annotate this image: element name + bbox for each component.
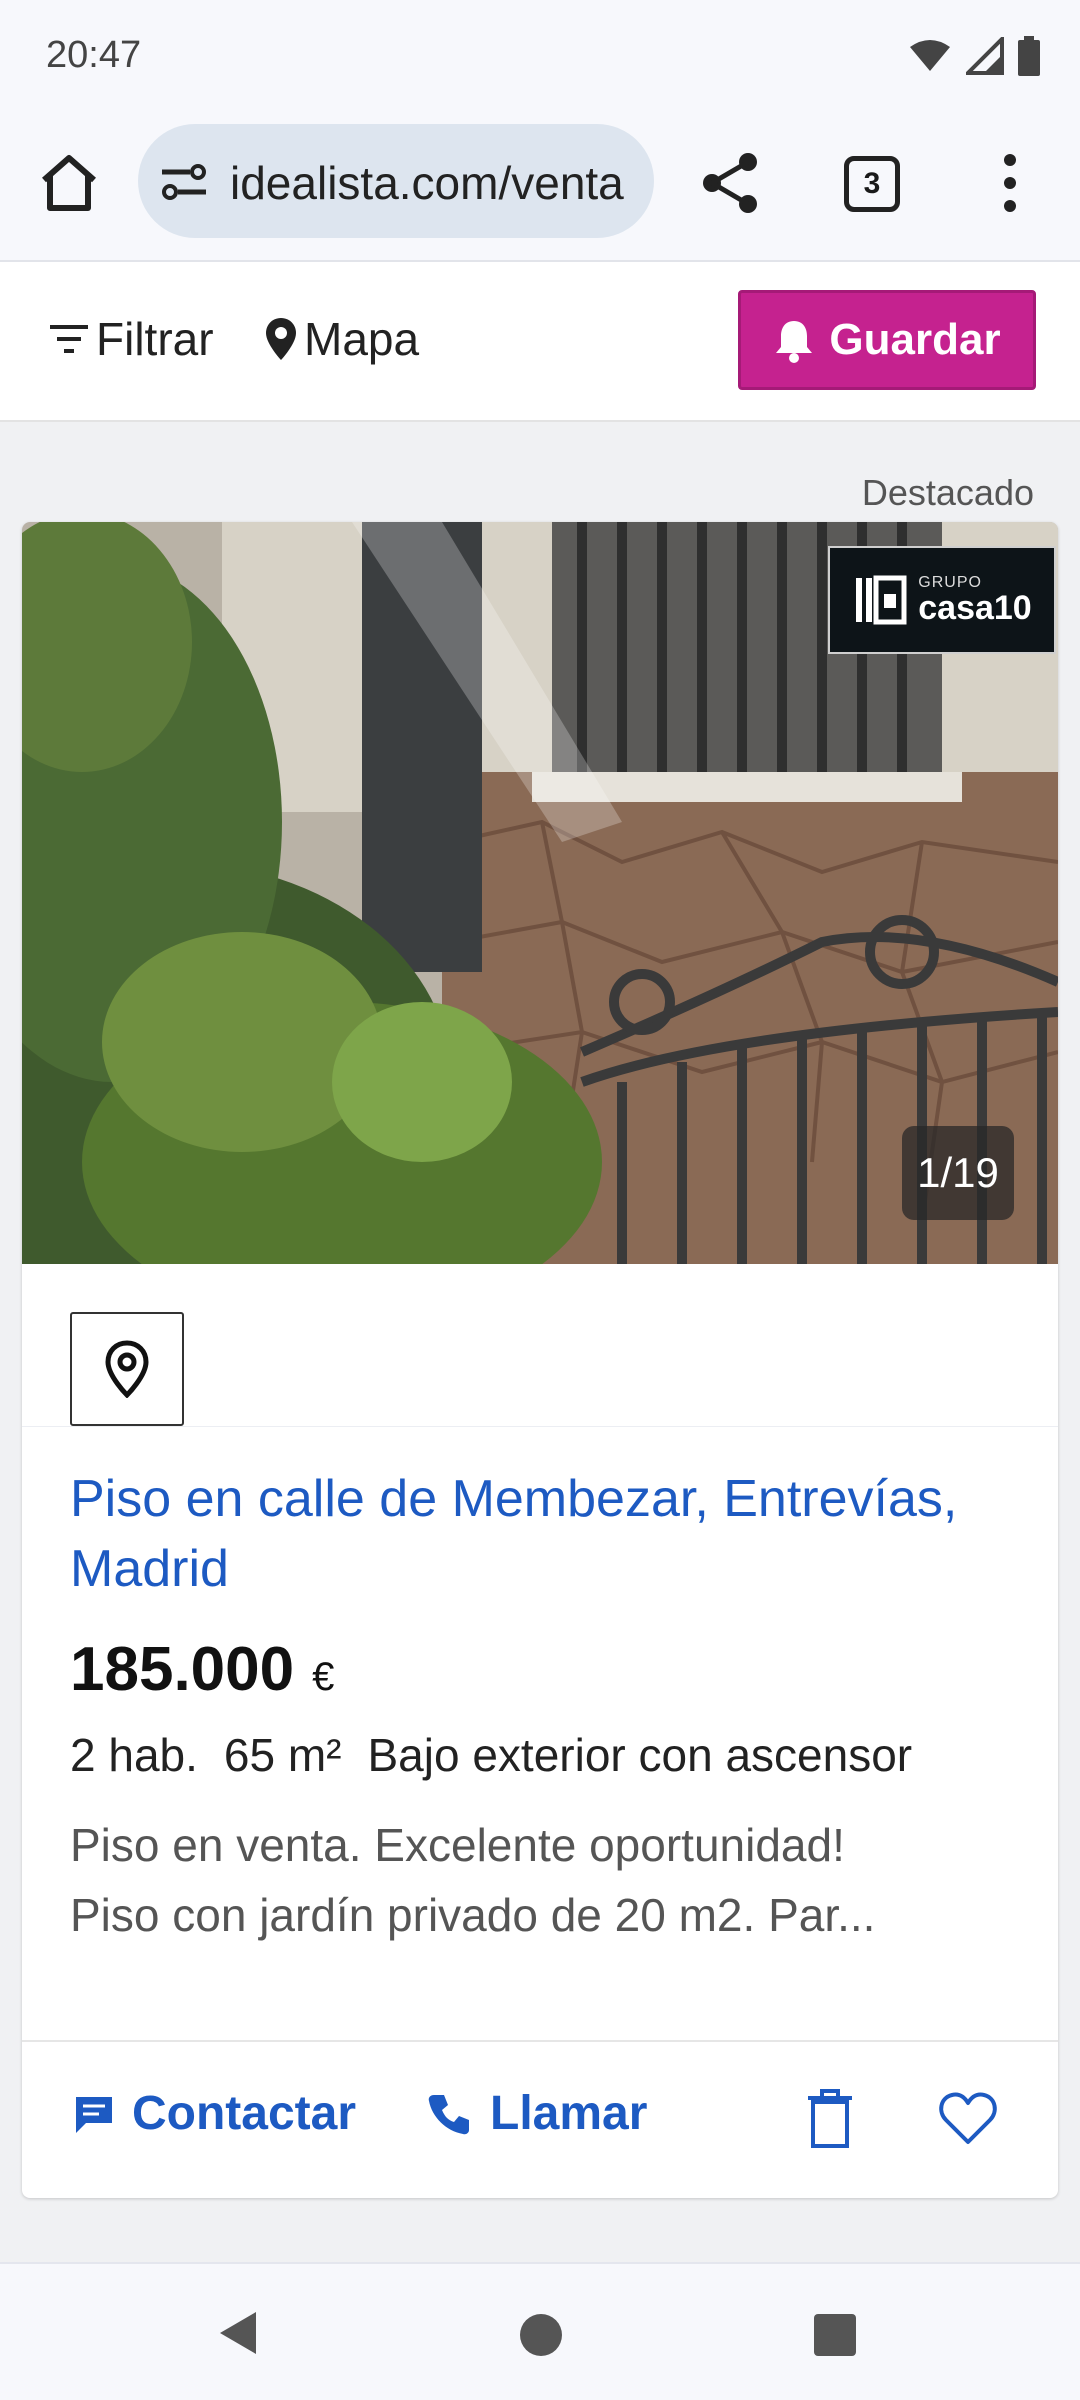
address-bar[interactable]: idealista.com/venta xyxy=(138,124,654,238)
listing-description[interactable]: Piso en venta. Excelente oportunidad! Pi… xyxy=(70,1810,1010,1950)
filter-button[interactable]: Filtrar xyxy=(48,312,214,366)
featured-label: Destacado xyxy=(861,472,1034,513)
listing-card[interactable]: GRUPO casa10 1/19 Piso en calle de Membe… xyxy=(22,522,1058,2198)
area-detail: 65 m² xyxy=(223,1729,342,1781)
browser-toolbar: idealista.com/venta 3 xyxy=(0,110,1080,262)
home-nav-icon[interactable] xyxy=(520,2314,562,2356)
phone-icon xyxy=(428,2094,469,2134)
status-bar: 20:47 xyxy=(0,0,1080,110)
filter-icon xyxy=(50,325,88,353)
system-nav-bar xyxy=(0,2262,1080,2400)
photo-counter: 1/19 xyxy=(902,1126,1014,1220)
share-icon[interactable] xyxy=(698,150,764,216)
url-text[interactable]: idealista.com/venta xyxy=(230,156,624,210)
agency-logo-mark xyxy=(856,575,907,625)
listing-title[interactable]: Piso en calle de Membezar, Entrevías, Ma… xyxy=(70,1464,970,1604)
listing-actions: Contactar Llamar xyxy=(22,2042,1058,2198)
description-line-1: Piso en venta. Excelente oportunidad! xyxy=(70,1819,845,1871)
tab-switcher-button[interactable]: 3 xyxy=(844,156,900,212)
agency-logo: GRUPO casa10 xyxy=(828,546,1056,654)
trash-icon[interactable] xyxy=(804,2088,856,2150)
floor-detail: Bajo exterior con ascensor xyxy=(367,1729,913,1781)
filter-label: Filtrar xyxy=(96,313,214,365)
call-button[interactable]: Llamar xyxy=(426,2086,647,2141)
heart-icon[interactable] xyxy=(938,2090,998,2146)
more-vert-icon[interactable] xyxy=(990,150,1030,216)
price-value: 185.000 xyxy=(70,1635,295,1704)
location-button[interactable] xyxy=(70,1312,184,1426)
listing-toolbar: Filtrar Mapa Guardar xyxy=(0,262,1080,422)
tune-icon[interactable] xyxy=(160,162,208,202)
map-pin-icon xyxy=(266,318,296,360)
description-line-2: Piso con jardín privado de 20 m2. Par... xyxy=(70,1889,876,1941)
agency-name: casa10 xyxy=(918,589,1032,627)
location-pin-icon xyxy=(105,1340,149,1398)
bell-icon xyxy=(776,321,813,363)
status-time: 20:47 xyxy=(46,34,142,76)
home-icon[interactable] xyxy=(36,150,102,216)
chat-icon xyxy=(76,2096,112,2133)
recents-icon[interactable] xyxy=(814,2314,856,2356)
status-icons xyxy=(908,36,1040,76)
wifi-icon xyxy=(910,40,950,71)
back-icon[interactable] xyxy=(216,2308,260,2358)
listing-photo[interactable]: GRUPO casa10 1/19 xyxy=(22,522,1058,1264)
listing-price: 185.000 € xyxy=(70,1634,334,1705)
divider xyxy=(22,1426,1058,1427)
price-currency: € xyxy=(312,1655,335,1699)
contact-label: Contactar xyxy=(132,2087,357,2140)
call-label: Llamar xyxy=(490,2087,648,2140)
rooms-detail: 2 hab. xyxy=(70,1729,198,1781)
contact-button[interactable]: Contactar xyxy=(72,2086,356,2141)
map-label: Mapa xyxy=(304,313,420,365)
battery-icon xyxy=(1018,36,1040,76)
save-search-button[interactable]: Guardar xyxy=(738,290,1036,390)
save-label: Guardar xyxy=(829,315,1001,364)
listing-details: 2 hab. 65 m² Bajo exterior con ascensor xyxy=(70,1720,970,1790)
map-button[interactable]: Mapa xyxy=(264,312,419,366)
cell-signal-icon xyxy=(966,37,1004,75)
